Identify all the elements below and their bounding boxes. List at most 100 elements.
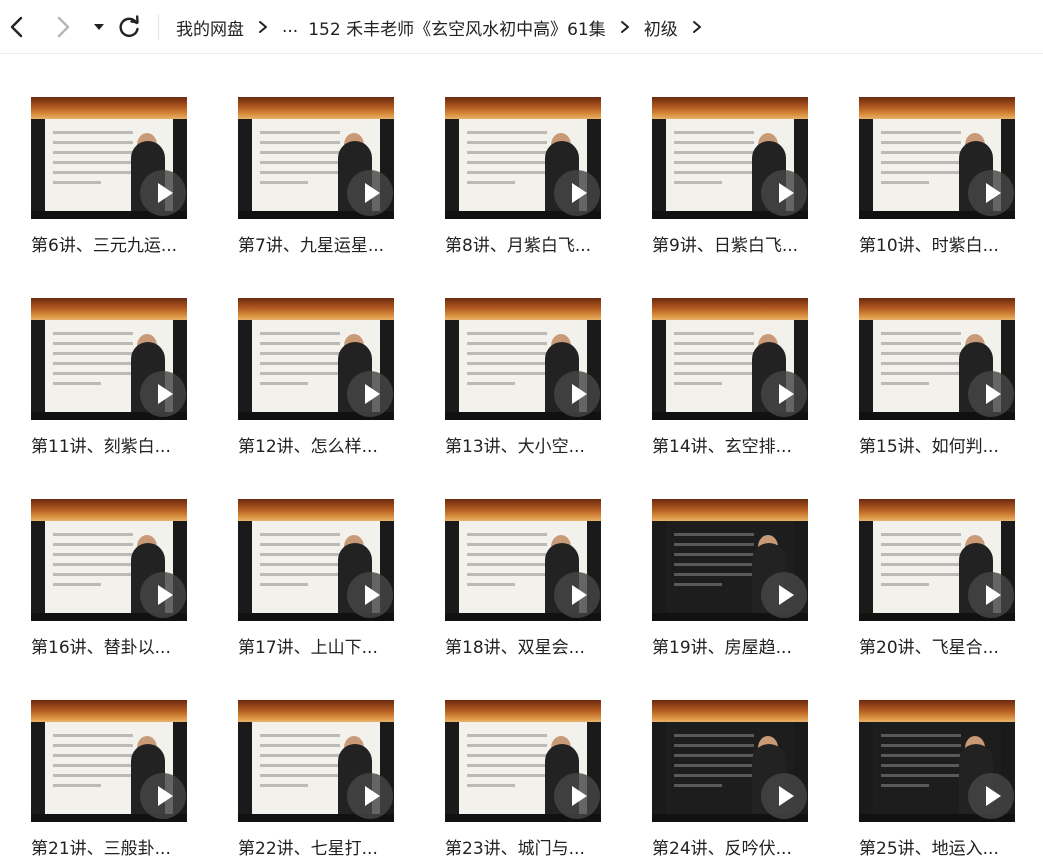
slide-text (881, 332, 961, 392)
video-title[interactable]: 第16讲、替卦以... (31, 633, 211, 658)
video-thumbnail[interactable] (238, 499, 394, 621)
play-button[interactable] (968, 371, 1014, 417)
stage-curtain (859, 499, 1015, 521)
play-button[interactable] (347, 371, 393, 417)
video-thumbnail[interactable] (445, 298, 601, 420)
video-thumbnail[interactable] (445, 97, 601, 219)
stage-curtain (445, 97, 601, 119)
video-thumbnail[interactable] (859, 700, 1015, 822)
play-icon (986, 786, 1001, 806)
video-title[interactable]: 第22讲、七星打... (238, 834, 418, 859)
video-thumbnail[interactable] (238, 97, 394, 219)
slide-text (881, 131, 961, 191)
stage-curtain (859, 700, 1015, 722)
video-title[interactable]: 第6讲、三元九运... (31, 231, 211, 256)
stage-curtain (652, 499, 808, 521)
video-title[interactable]: 第13讲、大小空... (445, 432, 625, 457)
video-tile[interactable]: 第23讲、城门与... (445, 700, 625, 860)
stage-curtain (238, 700, 394, 722)
video-thumbnail[interactable] (859, 298, 1015, 420)
play-button[interactable] (554, 371, 600, 417)
video-tile[interactable]: 第7讲、九星运星... (238, 97, 418, 257)
video-tile[interactable]: 第10讲、时紫白... (859, 97, 1039, 257)
video-thumbnail[interactable] (859, 97, 1015, 219)
video-title[interactable]: 第11讲、刻紫白... (31, 432, 211, 457)
video-tile[interactable]: 第16讲、替卦以... (31, 499, 211, 659)
play-button[interactable] (968, 170, 1014, 216)
video-thumbnail[interactable] (652, 700, 808, 822)
play-icon (779, 585, 794, 605)
slide-text (260, 734, 340, 794)
video-tile[interactable]: 第6讲、三元九运... (31, 97, 211, 257)
play-button[interactable] (347, 572, 393, 618)
play-button[interactable] (347, 170, 393, 216)
video-tile[interactable]: 第18讲、双星会... (445, 499, 625, 659)
play-button[interactable] (554, 572, 600, 618)
video-tile[interactable]: 第15讲、如何判... (859, 298, 1039, 458)
video-tile[interactable]: 第17讲、上山下... (238, 499, 418, 659)
video-thumbnail[interactable] (445, 499, 601, 621)
video-tile[interactable]: 第13讲、大小空... (445, 298, 625, 458)
video-thumbnail[interactable] (31, 499, 187, 621)
play-button[interactable] (140, 572, 186, 618)
video-thumbnail[interactable] (31, 700, 187, 822)
video-thumbnail[interactable] (859, 499, 1015, 621)
video-title[interactable]: 第24讲、反吟伏... (652, 834, 832, 859)
video-title[interactable]: 第20讲、飞星合... (859, 633, 1039, 658)
play-button[interactable] (761, 572, 807, 618)
play-button[interactable] (140, 170, 186, 216)
video-thumbnail[interactable] (652, 298, 808, 420)
video-tile[interactable]: 第9讲、日紫白飞... (652, 97, 832, 257)
play-button[interactable] (761, 170, 807, 216)
video-title[interactable]: 第17讲、上山下... (238, 633, 418, 658)
video-thumbnail[interactable] (652, 97, 808, 219)
video-title[interactable]: 第18讲、双星会... (445, 633, 625, 658)
video-title[interactable]: 第25讲、地运入... (859, 834, 1039, 859)
video-thumbnail[interactable] (31, 298, 187, 420)
video-title[interactable]: 第12讲、怎么样... (238, 432, 418, 457)
video-title[interactable]: 第7讲、九星运星... (238, 231, 418, 256)
play-button[interactable] (347, 773, 393, 819)
video-tile[interactable]: 第22讲、七星打... (238, 700, 418, 860)
play-button[interactable] (968, 572, 1014, 618)
slide-text (467, 131, 547, 191)
stage-curtain (652, 298, 808, 320)
video-thumbnail[interactable] (238, 700, 394, 822)
play-button[interactable] (140, 773, 186, 819)
video-thumbnail[interactable] (31, 97, 187, 219)
slide-text (467, 734, 547, 794)
video-title[interactable]: 第19讲、房屋趋... (652, 633, 832, 658)
video-tile[interactable]: 第20讲、飞星合... (859, 499, 1039, 659)
play-button[interactable] (761, 371, 807, 417)
video-tile[interactable]: 第25讲、地运入... (859, 700, 1039, 860)
play-icon (779, 384, 794, 404)
video-tile[interactable]: 第8讲、月紫白飞... (445, 97, 625, 257)
video-title[interactable]: 第8讲、月紫白飞... (445, 231, 625, 256)
play-button[interactable] (554, 170, 600, 216)
video-thumbnail[interactable] (445, 700, 601, 822)
play-icon (572, 585, 587, 605)
video-tile[interactable]: 第12讲、怎么样... (238, 298, 418, 458)
play-button[interactable] (761, 773, 807, 819)
video-title[interactable]: 第14讲、玄空排... (652, 432, 832, 457)
video-title[interactable]: 第9讲、日紫白飞... (652, 231, 832, 256)
video-title[interactable]: 第10讲、时紫白... (859, 231, 1039, 256)
video-thumbnail[interactable] (652, 499, 808, 621)
play-button[interactable] (554, 773, 600, 819)
video-thumbnail[interactable] (238, 298, 394, 420)
stage-curtain (238, 97, 394, 119)
play-icon (365, 585, 380, 605)
slide-text (674, 131, 754, 191)
video-tile[interactable]: 第19讲、房屋趋... (652, 499, 832, 659)
video-tile[interactable]: 第24讲、反吟伏... (652, 700, 832, 860)
play-button[interactable] (968, 773, 1014, 819)
video-title[interactable]: 第15讲、如何判... (859, 432, 1039, 457)
video-title[interactable]: 第23讲、城门与... (445, 834, 625, 859)
stage-curtain (652, 700, 808, 722)
video-tile[interactable]: 第14讲、玄空排... (652, 298, 832, 458)
video-tile[interactable]: 第21讲、三般卦... (31, 700, 211, 860)
video-title[interactable]: 第21讲、三般卦... (31, 834, 211, 859)
video-tile[interactable]: 第11讲、刻紫白... (31, 298, 211, 458)
play-button[interactable] (140, 371, 186, 417)
slide-text (260, 332, 340, 392)
